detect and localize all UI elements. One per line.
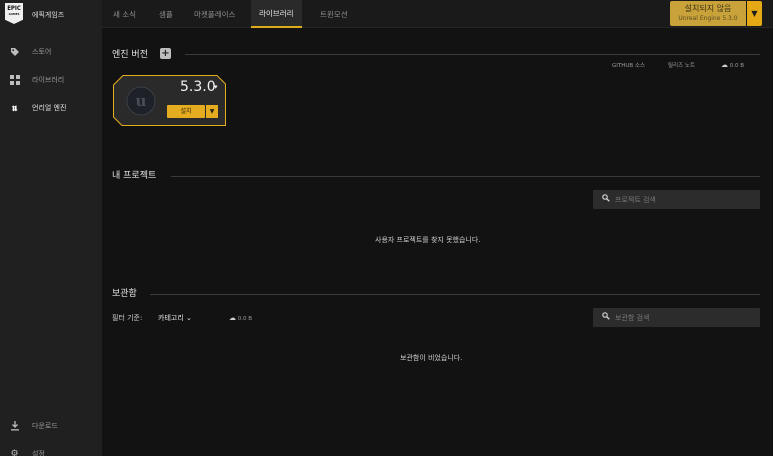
caret-down-icon: ▼ bbox=[751, 9, 758, 18]
tab-twinmotion[interactable]: 트윈모션 bbox=[319, 0, 349, 28]
tab-library[interactable]: 라이브러리 bbox=[251, 0, 302, 28]
github-source-link[interactable]: GITHUB 소스 bbox=[612, 61, 645, 69]
vault-size-value: 0.0 B bbox=[237, 316, 253, 322]
vault-search-input[interactable] bbox=[593, 308, 760, 327]
vault-title: 보관함 bbox=[112, 289, 137, 299]
tab-marketplace[interactable]: 마켓플레이스 bbox=[193, 0, 236, 28]
tag-icon bbox=[9, 47, 20, 58]
brand[interactable]: EPIC GAMES 에픽게임즈 bbox=[0, 0, 102, 28]
project-search-field[interactable] bbox=[615, 190, 755, 209]
cloud-icon: ☁ bbox=[229, 314, 236, 322]
sidebar-item-label: 라이브러리 bbox=[32, 76, 65, 84]
sidebar-item-unreal-engine[interactable]: 𝖚 언리얼 엔진 bbox=[0, 99, 102, 117]
sidebar-item-library[interactable]: 라이브러리 bbox=[0, 71, 102, 89]
cloud-icon: ☁ bbox=[721, 61, 728, 69]
release-notes-link[interactable]: 릴리즈 노트 bbox=[668, 61, 695, 69]
grid-icon bbox=[9, 75, 20, 86]
sidebar-item-label: 스토어 bbox=[32, 48, 52, 56]
tab-news[interactable]: 새 소식 bbox=[112, 0, 137, 28]
divider bbox=[171, 176, 760, 177]
sidebar: EPIC GAMES 에픽게임즈 스토어 라이브러리 𝖚 언리얼 엔진 다운로드 … bbox=[0, 0, 102, 456]
epic-games-logo: EPIC GAMES bbox=[5, 3, 23, 24]
search-icon bbox=[602, 312, 610, 322]
category-filter-value: 카테고리 bbox=[158, 314, 184, 322]
projects-empty-message: 사용자 프로젝트를 찾지 못했습니다. bbox=[375, 236, 481, 244]
my-projects-title: 내 프로젝트 bbox=[112, 171, 157, 181]
divider bbox=[150, 294, 760, 295]
sidebar-item-label: 다운로드 bbox=[32, 422, 58, 430]
svg-text:u: u bbox=[136, 92, 147, 110]
vault-search-field[interactable] bbox=[615, 308, 755, 327]
download-icon bbox=[9, 421, 20, 432]
sidebar-item-store[interactable]: 스토어 bbox=[0, 43, 102, 61]
engine-size: ☁ 0.0 B bbox=[721, 61, 744, 69]
filter-label: 필터 기준: bbox=[112, 314, 143, 322]
add-engine-button[interactable]: + bbox=[160, 48, 171, 59]
brand-label: 에픽게임즈 bbox=[32, 11, 65, 19]
sidebar-item-settings[interactable]: ⚙ 설정 bbox=[0, 445, 102, 456]
project-search-input[interactable] bbox=[593, 190, 760, 209]
install-engine-button[interactable]: 설치되지 않음 Unreal Engine 5.3.0 bbox=[670, 1, 746, 26]
card-install-button[interactable]: 설치 bbox=[167, 105, 205, 118]
install-button-label: 설치되지 않음 bbox=[684, 4, 732, 13]
sidebar-item-label: 언리얼 엔진 bbox=[32, 104, 67, 112]
unreal-icon: 𝖚 bbox=[11, 102, 18, 114]
caret-down-icon: ▼ bbox=[209, 108, 215, 115]
plus-icon: + bbox=[161, 48, 170, 59]
install-button-sublabel: Unreal Engine 5.3.0 bbox=[678, 15, 738, 22]
divider bbox=[185, 54, 760, 55]
engine-version-number: 5.3.0 bbox=[180, 79, 216, 95]
version-dropdown-icon[interactable]: ▾ bbox=[214, 83, 218, 91]
engine-size-value: 0.0 B bbox=[729, 63, 745, 69]
vault-empty-message: 보관함이 비었습니다. bbox=[400, 354, 463, 362]
sidebar-item-downloads[interactable]: 다운로드 bbox=[0, 417, 102, 435]
tab-samples[interactable]: 샘플 bbox=[158, 0, 174, 28]
engine-versions-title: 엔진 버전 bbox=[112, 50, 148, 60]
card-install-options-button[interactable]: ▼ bbox=[206, 105, 218, 118]
install-options-button[interactable]: ▼ bbox=[747, 1, 762, 26]
vault-size: ☁ 0.0 B bbox=[229, 314, 252, 322]
chevron-down-icon: ⌄ bbox=[186, 314, 192, 322]
search-icon bbox=[602, 194, 610, 204]
gear-icon: ⚙ bbox=[10, 449, 19, 456]
category-filter-dropdown[interactable]: 카테고리 ⌄ bbox=[158, 313, 192, 323]
sidebar-item-label: 설정 bbox=[32, 450, 45, 456]
